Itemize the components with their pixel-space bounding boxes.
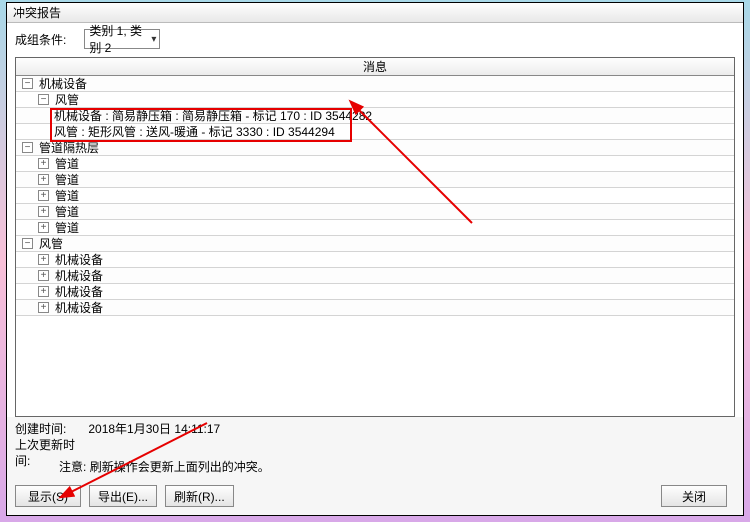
tree-group[interactable]: − 管道隔热层 [16,140,734,156]
conflict-report-dialog: 冲突报告 成组条件: 类别 1, 类别 2 ▾ 消息 − 机械设备 − 风管 机… [6,2,744,516]
tree-label: 机械设备 [39,76,87,92]
expand-icon[interactable]: + [38,158,49,169]
tree-label: 管道隔热层 [39,140,99,156]
tree-label: 风管 [55,92,79,108]
expand-icon[interactable]: + [38,302,49,313]
tree-label: 机械设备 [55,284,103,300]
expand-icon[interactable]: + [38,174,49,185]
tree-label: 管道 [55,172,79,188]
tree-label: 管道 [55,156,79,172]
tree-label: 管道 [55,188,79,204]
note-text: 刷新操作会更新上面列出的冲突。 [90,460,270,474]
tree-group[interactable]: − 机械设备 [16,76,734,92]
expand-icon[interactable]: + [38,222,49,233]
tree-group[interactable]: + 管道 [16,188,734,204]
tree-label: 机械设备 [55,300,103,316]
expand-icon[interactable]: + [38,206,49,217]
collapse-icon[interactable]: − [22,78,33,89]
window-titlebar[interactable]: 冲突报告 [7,3,743,23]
expand-icon[interactable]: + [38,270,49,281]
footer-panel: 创建时间: 2018年1月30日 14:11:17 上次更新时间: 注意: 刷新… [7,417,743,479]
collapse-icon[interactable]: − [22,238,33,249]
dropdown-value: 类别 1, 类别 2 [89,22,151,56]
close-button[interactable]: 关闭 [661,485,727,507]
created-time-label: 创建时间: [15,421,85,437]
tree-label: 风管 : 矩形风管 : 送风-暖通 - 标记 3330 : ID 3544294 [54,124,335,140]
refresh-button[interactable]: 刷新(R)... [165,485,234,507]
tree-group[interactable]: + 管道 [16,220,734,236]
tree-leaf[interactable]: 风管 : 矩形风管 : 送风-暖通 - 标记 3330 : ID 3544294 [16,124,734,140]
group-condition-label: 成组条件: [15,31,66,48]
expand-icon[interactable]: + [38,286,49,297]
tree-view[interactable]: − 机械设备 − 风管 机械设备 : 简易静压箱 : 简易静压箱 - 标记 17… [16,76,734,416]
tree-group[interactable]: − 风管 [16,92,734,108]
button-row: 显示(S) 导出(E)... 刷新(R)... 关闭 [7,479,743,515]
tree-group[interactable]: + 机械设备 [16,252,734,268]
export-button[interactable]: 导出(E)... [89,485,157,507]
created-time-value: 2018年1月30日 14:11:17 [88,422,220,436]
expand-icon[interactable]: + [38,254,49,265]
tree-group[interactable]: + 管道 [16,172,734,188]
conflict-table: 消息 − 机械设备 − 风管 机械设备 : 简易静压箱 : 简易静压箱 - 标记… [15,57,735,417]
tree-label: 机械设备 [55,268,103,284]
tree-group[interactable]: − 风管 [16,236,734,252]
tree-group[interactable]: + 机械设备 [16,300,734,316]
window-title: 冲突报告 [13,6,61,20]
expand-icon[interactable]: + [38,190,49,201]
chevron-down-icon: ▾ [151,34,156,45]
tree-group[interactable]: + 机械设备 [16,268,734,284]
tree-label: 管道 [55,204,79,220]
tree-label: 管道 [55,220,79,236]
collapse-icon[interactable]: − [22,142,33,153]
tree-leaf[interactable]: 机械设备 : 简易静压箱 : 简易静压箱 - 标记 170 : ID 35442… [16,108,734,124]
tree-group[interactable]: + 管道 [16,204,734,220]
collapse-icon[interactable]: − [38,94,49,105]
note-label: 注意: [59,460,86,474]
show-button[interactable]: 显示(S) [15,485,81,507]
tree-label: 风管 [39,236,63,252]
tree-label: 机械设备 : 简易静压箱 : 简易静压箱 - 标记 170 : ID 35442… [54,108,372,124]
group-condition-dropdown[interactable]: 类别 1, 类别 2 ▾ [84,29,160,49]
filter-row: 成组条件: 类别 1, 类别 2 ▾ [7,23,743,53]
column-header-message[interactable]: 消息 [16,58,734,76]
tree-group[interactable]: + 管道 [16,156,734,172]
tree-group[interactable]: + 机械设备 [16,284,734,300]
tree-label: 机械设备 [55,252,103,268]
